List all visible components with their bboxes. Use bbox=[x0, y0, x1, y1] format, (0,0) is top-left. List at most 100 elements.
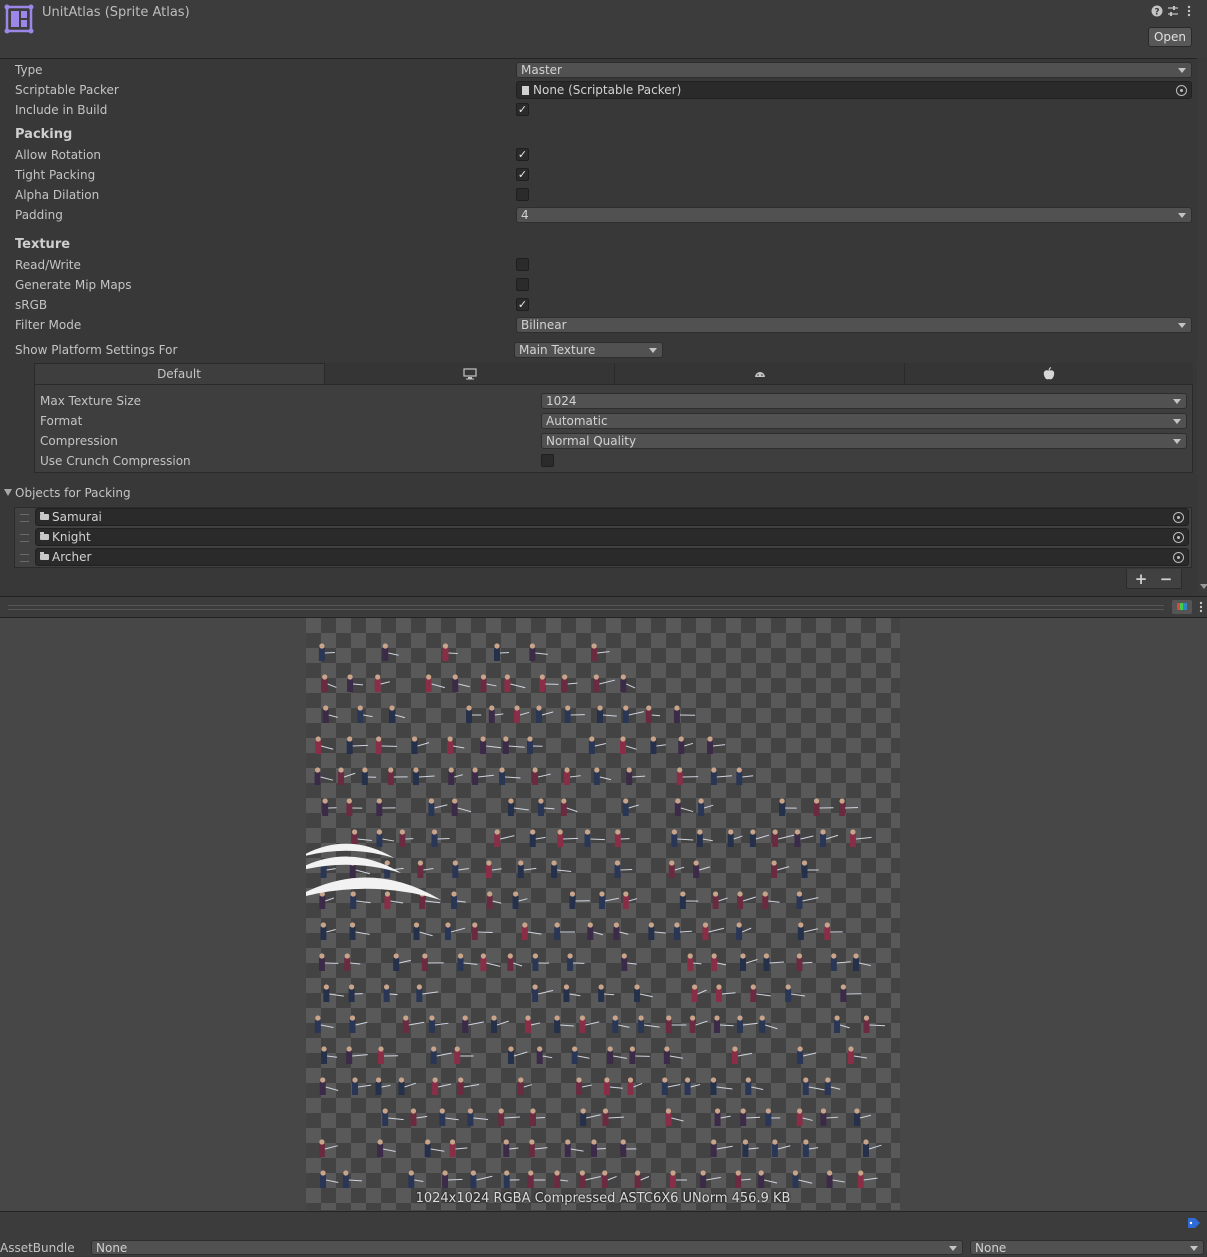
sprite-frame bbox=[319, 891, 334, 909]
sprite-frame bbox=[593, 674, 615, 692]
type-label: Type bbox=[15, 61, 43, 79]
label-tag-icon[interactable] bbox=[1187, 1217, 1201, 1229]
platform-settings-value: Main Texture bbox=[519, 343, 595, 357]
scriptable-packer-field[interactable]: None (Scriptable Packer) bbox=[516, 81, 1192, 99]
sprite-frame bbox=[507, 953, 522, 971]
alpha-dilation-checkbox[interactable] bbox=[516, 188, 529, 201]
sprite-frame bbox=[814, 798, 834, 816]
tight-packing-checkbox[interactable]: ✓ bbox=[516, 168, 529, 181]
sprite-frame bbox=[614, 860, 632, 878]
include-in-build-checkbox[interactable]: ✓ bbox=[516, 103, 529, 116]
folder-icon bbox=[40, 514, 49, 520]
object-picker-icon[interactable] bbox=[1173, 512, 1184, 523]
sprite-frame bbox=[529, 643, 547, 661]
sprite-frame bbox=[481, 674, 497, 692]
sprite-frame bbox=[827, 1170, 845, 1188]
sprite-frame bbox=[551, 860, 571, 878]
list-item[interactable]: Archer bbox=[35, 548, 1189, 566]
open-button[interactable]: Open bbox=[1148, 27, 1192, 47]
max-texture-size-dropdown[interactable]: 1024 bbox=[541, 393, 1187, 409]
objects-for-packing-header[interactable]: Objects for Packing bbox=[15, 484, 131, 502]
remove-item-button[interactable]: − bbox=[1156, 570, 1176, 588]
sprite-frame bbox=[831, 953, 851, 971]
sprite-frame bbox=[620, 674, 635, 692]
list-item-label: Samurai bbox=[52, 510, 102, 524]
object-picker-icon[interactable] bbox=[1173, 532, 1184, 543]
more-menu-icon[interactable] bbox=[1182, 5, 1196, 19]
tab-android[interactable] bbox=[614, 363, 904, 385]
sprite-frame bbox=[382, 1108, 403, 1126]
sprite-frame bbox=[537, 1046, 553, 1064]
asset-title: UnitAtlas (Sprite Atlas) bbox=[42, 5, 190, 20]
sprite-frame bbox=[349, 984, 363, 1002]
object-picker-icon[interactable] bbox=[1176, 85, 1187, 96]
sprite-frame bbox=[487, 891, 501, 909]
sprite-frame bbox=[563, 984, 580, 1002]
assetbundle-dropdown[interactable]: None bbox=[91, 1240, 963, 1255]
drag-handle-icon[interactable] bbox=[20, 534, 29, 542]
sprite-frame bbox=[602, 1170, 617, 1188]
sprite-frame bbox=[376, 736, 397, 754]
preview-splitter[interactable] bbox=[0, 596, 1207, 618]
scroll-down-arrow-icon[interactable] bbox=[1200, 584, 1207, 589]
srgb-checkbox[interactable]: ✓ bbox=[516, 298, 529, 311]
filter-mode-dropdown[interactable]: Bilinear bbox=[516, 317, 1192, 333]
sprite-frame bbox=[779, 798, 797, 816]
sprite-frame bbox=[417, 860, 433, 878]
inspector-scrollbar[interactable] bbox=[1197, 58, 1207, 594]
sprite-frame bbox=[499, 767, 520, 785]
list-item[interactable]: Knight bbox=[35, 528, 1189, 546]
sprite-frame bbox=[458, 953, 478, 971]
platform-settings-dropdown[interactable]: Main Texture bbox=[514, 342, 663, 358]
filter-mode-value: Bilinear bbox=[521, 318, 567, 332]
sprite-frame bbox=[863, 1015, 884, 1033]
format-dropdown[interactable]: Automatic bbox=[541, 413, 1187, 429]
format-label: Format bbox=[40, 412, 82, 430]
sprite-frame bbox=[323, 705, 338, 723]
sprite-frame bbox=[771, 860, 789, 878]
allow-rotation-checkbox[interactable]: ✓ bbox=[516, 148, 529, 161]
add-item-button[interactable]: + bbox=[1131, 570, 1151, 588]
sprite-frame bbox=[508, 798, 529, 816]
tab-ios[interactable] bbox=[904, 363, 1193, 385]
sprite-frame bbox=[408, 1170, 423, 1188]
sprite-frame bbox=[750, 829, 769, 847]
sprite-frame bbox=[612, 1015, 629, 1033]
sprite-frame bbox=[384, 984, 398, 1002]
help-icon[interactable]: ? bbox=[1150, 5, 1164, 19]
color-channel-icon[interactable] bbox=[1172, 600, 1192, 614]
sprite-frame bbox=[503, 1139, 518, 1157]
sprite-frame bbox=[350, 922, 370, 940]
preset-icon[interactable] bbox=[1166, 5, 1180, 19]
sprite-frame bbox=[429, 1015, 448, 1033]
list-item[interactable]: Samurai bbox=[35, 508, 1189, 526]
chevron-down-icon bbox=[1190, 1246, 1198, 1251]
chevron-down-icon bbox=[1173, 419, 1181, 424]
sprite-frame bbox=[674, 922, 692, 940]
generate-mip-maps-checkbox[interactable] bbox=[516, 278, 529, 291]
sprite-frame bbox=[692, 984, 707, 1002]
foldout-triangle-icon[interactable] bbox=[4, 489, 12, 496]
sprite-frame bbox=[561, 798, 577, 816]
sprite-frame bbox=[472, 922, 493, 940]
compression-dropdown[interactable]: Normal Quality bbox=[541, 433, 1187, 449]
object-picker-icon[interactable] bbox=[1173, 552, 1184, 563]
sprite-frame bbox=[710, 1077, 732, 1095]
sprite-frame bbox=[824, 922, 842, 940]
sprite-frame bbox=[591, 643, 609, 661]
padding-dropdown[interactable]: 4 bbox=[516, 207, 1192, 223]
tab-default[interactable]: Default bbox=[34, 363, 324, 385]
assetbundle-variant-dropdown[interactable]: None bbox=[970, 1240, 1204, 1255]
use-crunch-checkbox[interactable] bbox=[541, 454, 554, 467]
sprite-frame bbox=[646, 705, 660, 723]
tab-standalone[interactable] bbox=[324, 363, 614, 385]
drag-handle-icon[interactable] bbox=[20, 514, 29, 522]
read-write-checkbox[interactable] bbox=[516, 258, 529, 271]
sprite-frame bbox=[480, 736, 501, 754]
sprite-frame bbox=[627, 1077, 642, 1095]
sprite-frame bbox=[388, 767, 408, 785]
preview-menu-icon[interactable] bbox=[1198, 601, 1204, 616]
drag-handle-icon[interactable] bbox=[20, 554, 29, 562]
type-dropdown[interactable]: Master bbox=[516, 62, 1192, 78]
sprite-frame bbox=[569, 891, 589, 909]
